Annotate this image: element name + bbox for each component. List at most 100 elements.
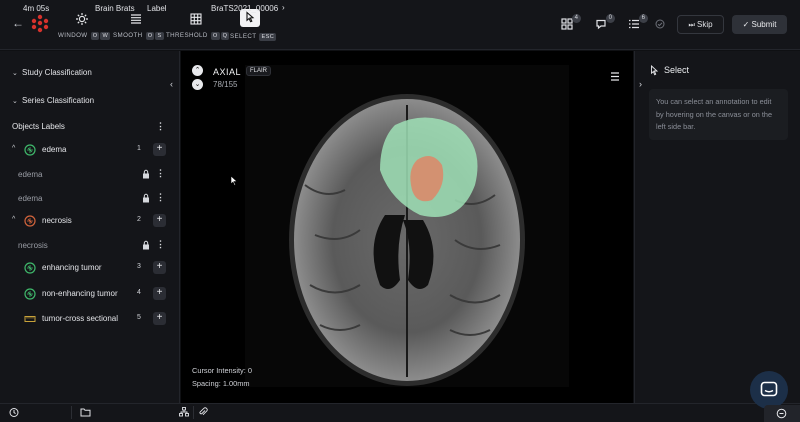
image-viewport[interactable] [181, 51, 633, 403]
caret-up-icon[interactable]: ^ [12, 216, 15, 223]
series-classification-label: Series Classification [22, 96, 95, 105]
lock-icon[interactable] [142, 169, 150, 179]
label-count: 3 [137, 263, 141, 270]
slice-down-button[interactable]: ⌄ [192, 79, 203, 90]
grid-badge: 4 [571, 14, 581, 23]
skip-label: Skip [696, 20, 713, 29]
chat-icon [760, 381, 778, 397]
shortcut-key: O [210, 32, 220, 40]
objects-labels-title: Objects Labels [12, 122, 65, 131]
ruler-icon [24, 316, 36, 322]
skip-button[interactable]: ⏭︎ Skip [677, 15, 724, 34]
comment-icon[interactable]: 0 [595, 14, 615, 32]
divider [71, 406, 72, 419]
add-instance-button[interactable]: + [153, 214, 166, 227]
label-row-enhancing-tumor[interactable]: enhancing tumor 3 + [0, 259, 172, 279]
instance-row[interactable]: edema ⋮ [0, 165, 172, 185]
list-icon[interactable]: 6 [628, 14, 648, 32]
timer-icon [9, 408, 19, 417]
objects-labels-header: Objects Labels [12, 122, 172, 131]
brain-icon [24, 215, 36, 227]
submit-button[interactable]: ✓ Submit [732, 15, 787, 34]
layout-grid-icon[interactable]: 4 [561, 14, 581, 32]
window-tool[interactable]: WINDOW OW [58, 12, 111, 42]
instance-menu-icon[interactable]: ⋮ [156, 193, 165, 202]
mouse-cursor-icon [230, 175, 238, 186]
support-chat-button[interactable] [750, 371, 788, 409]
brain-icon [24, 288, 36, 300]
smooth-icon [129, 12, 143, 26]
feedback-button[interactable] [764, 405, 800, 422]
instance-name: edema [18, 170, 43, 179]
check-icon: ✓ [742, 20, 750, 29]
add-instance-button[interactable]: + [153, 143, 166, 156]
label-row-tumor-cross-sectional[interactable]: tumor-cross sectional 5 + [0, 310, 172, 330]
lock-icon[interactable] [142, 193, 150, 203]
instance-menu-icon[interactable]: ⋮ [156, 169, 165, 178]
label-count: 5 [137, 314, 141, 321]
select-tool[interactable]: SELECT ESC [230, 9, 277, 42]
file-name[interactable]: BraTS2021_00006 [211, 4, 278, 13]
label-name: enhancing tumor [42, 263, 102, 272]
sun-icon [75, 12, 89, 26]
label-row-edema[interactable]: ^ edema 1 + [0, 141, 172, 161]
check-circle-icon [655, 19, 669, 33]
skip-icon: ⏭︎ [688, 22, 695, 29]
attachment-icon [199, 407, 208, 416]
study-classification-label: Study Classification [22, 68, 92, 77]
divider [193, 406, 194, 419]
add-instance-button[interactable]: + [153, 287, 166, 300]
threshold-tool-label: THRESHOLD [166, 32, 208, 39]
smooth-tool[interactable]: SMOOTH OS [113, 12, 164, 42]
lock-icon[interactable] [142, 240, 150, 250]
add-instance-button[interactable]: + [153, 312, 166, 325]
back-arrow-icon[interactable]: ← [11, 16, 25, 30]
chevron-right-icon[interactable]: › [282, 3, 285, 12]
mri-scan-image [245, 65, 569, 387]
timer: 4m 05s [23, 4, 50, 13]
instance-name: edema [18, 194, 43, 203]
instance-menu-icon[interactable]: ⋮ [156, 240, 165, 249]
objects-menu-icon[interactable]: ⋮ [156, 122, 165, 131]
instance-name: necrosis [18, 241, 48, 250]
panel-title: Select [664, 65, 690, 75]
sequence-tag: FLAIR [246, 66, 272, 76]
view-plane: AXIAL [213, 67, 242, 77]
cursor-intensity: Cursor Intensity: 0 [192, 366, 252, 375]
label-row-necrosis[interactable]: ^ necrosis 2 + [0, 212, 172, 232]
label-count: 1 [137, 145, 141, 152]
label-name: edema [42, 145, 67, 154]
label-count: 4 [137, 289, 141, 296]
panel-help-text: You can select an annotation to edit by … [649, 89, 788, 140]
shortcut-key: O [90, 32, 100, 40]
select-tool-label: SELECT [230, 33, 257, 40]
label-name: tumor-cross sectional [42, 314, 119, 323]
slice-index: 78/155 [213, 80, 238, 89]
status-bar [0, 403, 800, 422]
shortcut-key: Q [220, 32, 230, 40]
list-badge: 6 [638, 14, 648, 23]
hierarchy-icon[interactable] [179, 407, 189, 417]
window-tool-label: WINDOW [58, 32, 88, 39]
instance-row[interactable]: necrosis ⋮ [0, 236, 172, 256]
caret-up-icon[interactable]: ^ [12, 145, 15, 152]
chevron-down-icon: ⌄ [12, 70, 18, 77]
viewer-menu-icon[interactable] [611, 72, 619, 81]
collapse-sidebar-icon[interactable]: ‹ [170, 79, 173, 89]
series-classification-row[interactable]: ⌄ Series Classification [12, 96, 94, 105]
threshold-tool[interactable]: THRESHOLD OQ [166, 12, 230, 42]
instance-row[interactable]: edema ⋮ [0, 189, 172, 209]
slice-up-button[interactable]: ⌃ [192, 65, 203, 76]
shortcut-key: W [100, 32, 111, 40]
label-count: 2 [137, 216, 141, 223]
add-instance-button[interactable]: + [153, 261, 166, 274]
pointer-icon [651, 65, 659, 76]
project-name[interactable]: Brain Brats [95, 4, 135, 13]
study-classification-row[interactable]: ⌄ Study Classification [12, 68, 92, 77]
smooth-tool-label: SMOOTH [113, 32, 143, 39]
mode-label[interactable]: Label [147, 4, 167, 13]
label-name: necrosis [42, 216, 72, 225]
label-row-non-enhancing-tumor[interactable]: non-enhancing tumor 4 + [0, 285, 172, 305]
message-icon [776, 408, 787, 419]
collapse-panel-icon[interactable]: › [639, 79, 642, 89]
